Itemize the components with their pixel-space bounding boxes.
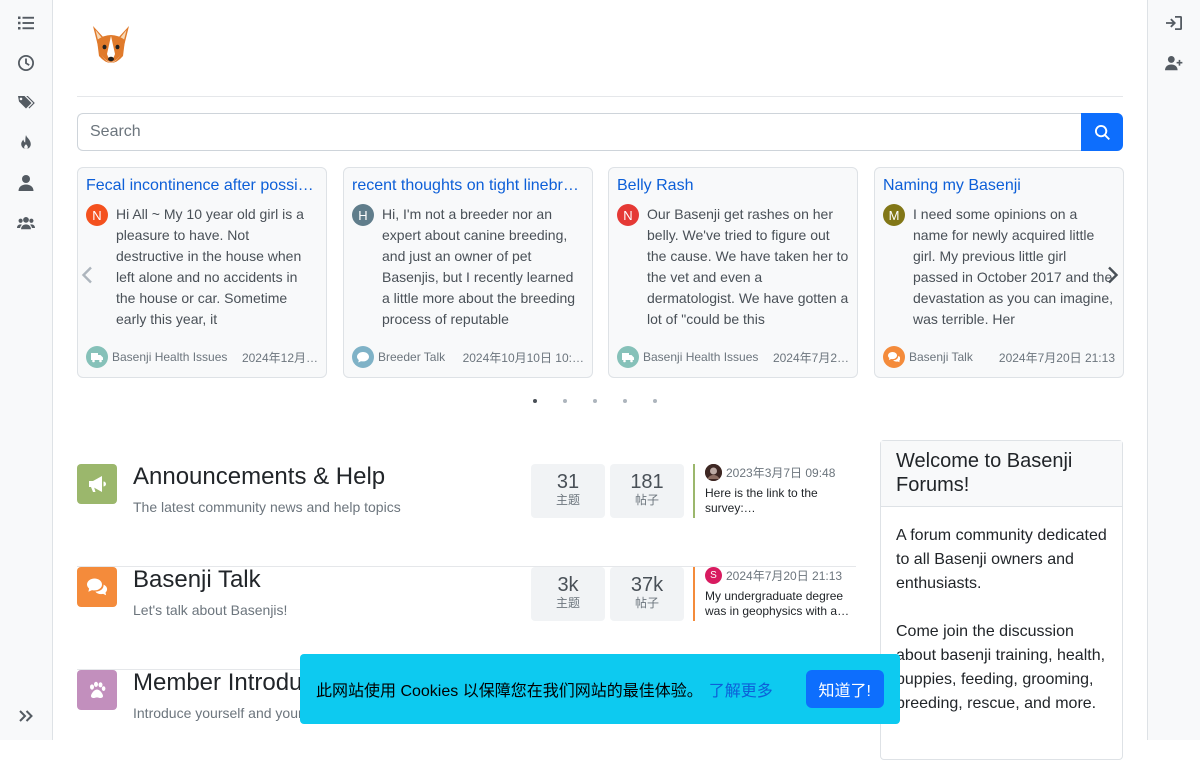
register-icon[interactable] [1162, 51, 1186, 75]
ambulance-icon [86, 346, 108, 368]
category-description: Let's talk about Basenjis! [133, 602, 288, 618]
search-input[interactable] [77, 113, 1081, 151]
widget-paragraph: Come join the discussion about basenji t… [896, 623, 1106, 712]
user-icon[interactable] [14, 171, 38, 195]
carousel-card[interactable]: Naming my Basenji M I need some opinions… [874, 167, 1124, 378]
paw-icon [90, 681, 106, 698]
category-row-announcements: Announcements & Help The latest communit… [77, 463, 856, 567]
topic-count-value: 3k [557, 574, 579, 596]
avatar[interactable]: M [883, 204, 905, 226]
category-description: The latest community news and help topic… [133, 499, 401, 515]
card-category[interactable]: Basenji Health Issues [643, 350, 758, 364]
widget-paragraph: A forum community dedicated to all Basen… [896, 527, 1107, 592]
topic-count-label: 主题 [555, 596, 580, 610]
main-content: Fecal incontinence after possible stroke… [77, 0, 1124, 760]
search-button[interactable] [1081, 113, 1123, 151]
carousel-next-button[interactable] [1103, 263, 1123, 287]
carousel-prev-button[interactable] [77, 263, 97, 287]
card-title[interactable]: Naming my Basenji [883, 176, 1115, 196]
last-post-time[interactable]: 2024年7月20日 21:13 [726, 567, 842, 584]
card-excerpt: Hi All ~ My 10 year old girl is a pleasu… [116, 206, 304, 327]
carousel-dot[interactable] [533, 399, 537, 403]
topic-carousel: Fecal incontinence after possible stroke… [77, 167, 1124, 378]
avatar[interactable]: N [617, 204, 639, 226]
category-title[interactable]: Announcements & Help [133, 463, 385, 491]
card-timestamp: 2024年10月10日 10:… [462, 350, 584, 365]
chevron-left-icon [81, 266, 92, 284]
last-post-excerpt[interactable]: My undergraduate degree was in geophysic… [705, 589, 856, 619]
fire-icon[interactable] [14, 131, 38, 155]
post-count: 181 帖子 [610, 464, 684, 518]
category-title[interactable]: Basenji Talk [133, 566, 261, 594]
post-count-value: 181 [630, 471, 664, 493]
carousel-card[interactable]: recent thoughts on tight linebreeding H … [343, 167, 593, 378]
search-icon [1094, 124, 1110, 140]
carousel-indicators [533, 399, 657, 403]
cookie-message: 此网站使用 Cookies 以保障您在我们网站的最佳体验。 [316, 683, 703, 700]
card-timestamp: 2024年7月20日 21:13 [998, 350, 1115, 365]
carousel-dot[interactable] [593, 399, 597, 403]
card-excerpt: I need some opinions on a name for newly… [913, 206, 1114, 327]
clock-icon[interactable] [14, 51, 38, 75]
card-category[interactable]: Basenji Health Issues [112, 350, 227, 364]
cookie-learn-more-link[interactable]: 了解更多 [709, 677, 773, 701]
carousel-dot[interactable] [563, 399, 567, 403]
header-divider [77, 96, 1123, 97]
topic-count-label: 主题 [555, 493, 580, 507]
last-post[interactable]: 2023年3月7日 09:48 Here is the link to the … [693, 463, 856, 518]
expand-sidebar-icon[interactable] [14, 704, 38, 728]
avatar[interactable]: S [705, 566, 722, 584]
cookie-banner: 此网站使用 Cookies 以保障您在我们网站的最佳体验。 了解更多 知道了! [300, 654, 900, 724]
left-sidebar [0, 0, 53, 740]
carousel-card[interactable]: Fecal incontinence after possible stroke… [77, 167, 327, 378]
comments-icon [883, 346, 905, 368]
last-post[interactable]: S 2024年7月20日 21:13 My undergraduate degr… [693, 566, 856, 621]
users-icon[interactable] [14, 211, 38, 235]
card-excerpt: Our Basenji get rashes on her belly. We'… [647, 206, 849, 327]
category-badge[interactable] [77, 670, 117, 710]
post-count-label: 帖子 [634, 493, 659, 507]
search-bar [77, 113, 1123, 151]
category-badge[interactable] [77, 567, 117, 607]
tags-icon[interactable] [14, 91, 38, 115]
card-title[interactable]: recent thoughts on tight linebreeding [352, 176, 584, 196]
card-title[interactable]: Belly Rash [617, 176, 849, 196]
comment-icon [352, 346, 374, 368]
avatar[interactable]: H [352, 204, 374, 226]
list-icon[interactable] [14, 11, 38, 35]
card-timestamp: 2024年12月… [241, 350, 318, 365]
bullhorn-icon [89, 476, 106, 492]
carousel-card[interactable]: Belly Rash N Our Basenji get rashes on h… [608, 167, 858, 378]
post-count-value: 37k [630, 574, 664, 596]
carousel-dot[interactable] [623, 399, 627, 403]
right-sidebar [1147, 0, 1200, 740]
topic-count: 31 主题 [531, 464, 605, 518]
card-title[interactable]: Fecal incontinence after possible stroke [86, 176, 318, 196]
chevron-right-icon [1108, 266, 1119, 284]
cookie-accept-button[interactable]: 知道了! [805, 670, 884, 708]
site-logo[interactable] [89, 24, 133, 72]
card-timestamp: 2024年7月2… [772, 350, 849, 365]
post-count: 37k 帖子 [610, 567, 684, 621]
card-category[interactable]: Basenji Talk [909, 350, 973, 364]
login-icon[interactable] [1162, 11, 1186, 35]
topic-count: 3k 主题 [531, 567, 605, 621]
avatar[interactable] [705, 463, 722, 481]
last-post-time[interactable]: 2023年3月7日 09:48 [726, 464, 835, 481]
card-excerpt: Hi, I'm not a breeder nor an expert abou… [382, 206, 576, 327]
post-count-label: 帖子 [634, 596, 659, 610]
topic-count-value: 31 [556, 471, 580, 493]
widget-title: Welcome to Basenji Forums! [881, 441, 1122, 507]
category-badge[interactable] [77, 464, 117, 504]
card-category[interactable]: Breeder Talk [378, 350, 445, 364]
comments-icon [87, 578, 108, 596]
avatar[interactable]: N [86, 204, 108, 226]
ambulance-icon [617, 346, 639, 368]
welcome-widget: Welcome to Basenji Forums! A forum commu… [880, 440, 1123, 760]
carousel-dot[interactable] [653, 399, 657, 403]
last-post-excerpt[interactable]: Here is the link to the survey:… [705, 486, 856, 516]
